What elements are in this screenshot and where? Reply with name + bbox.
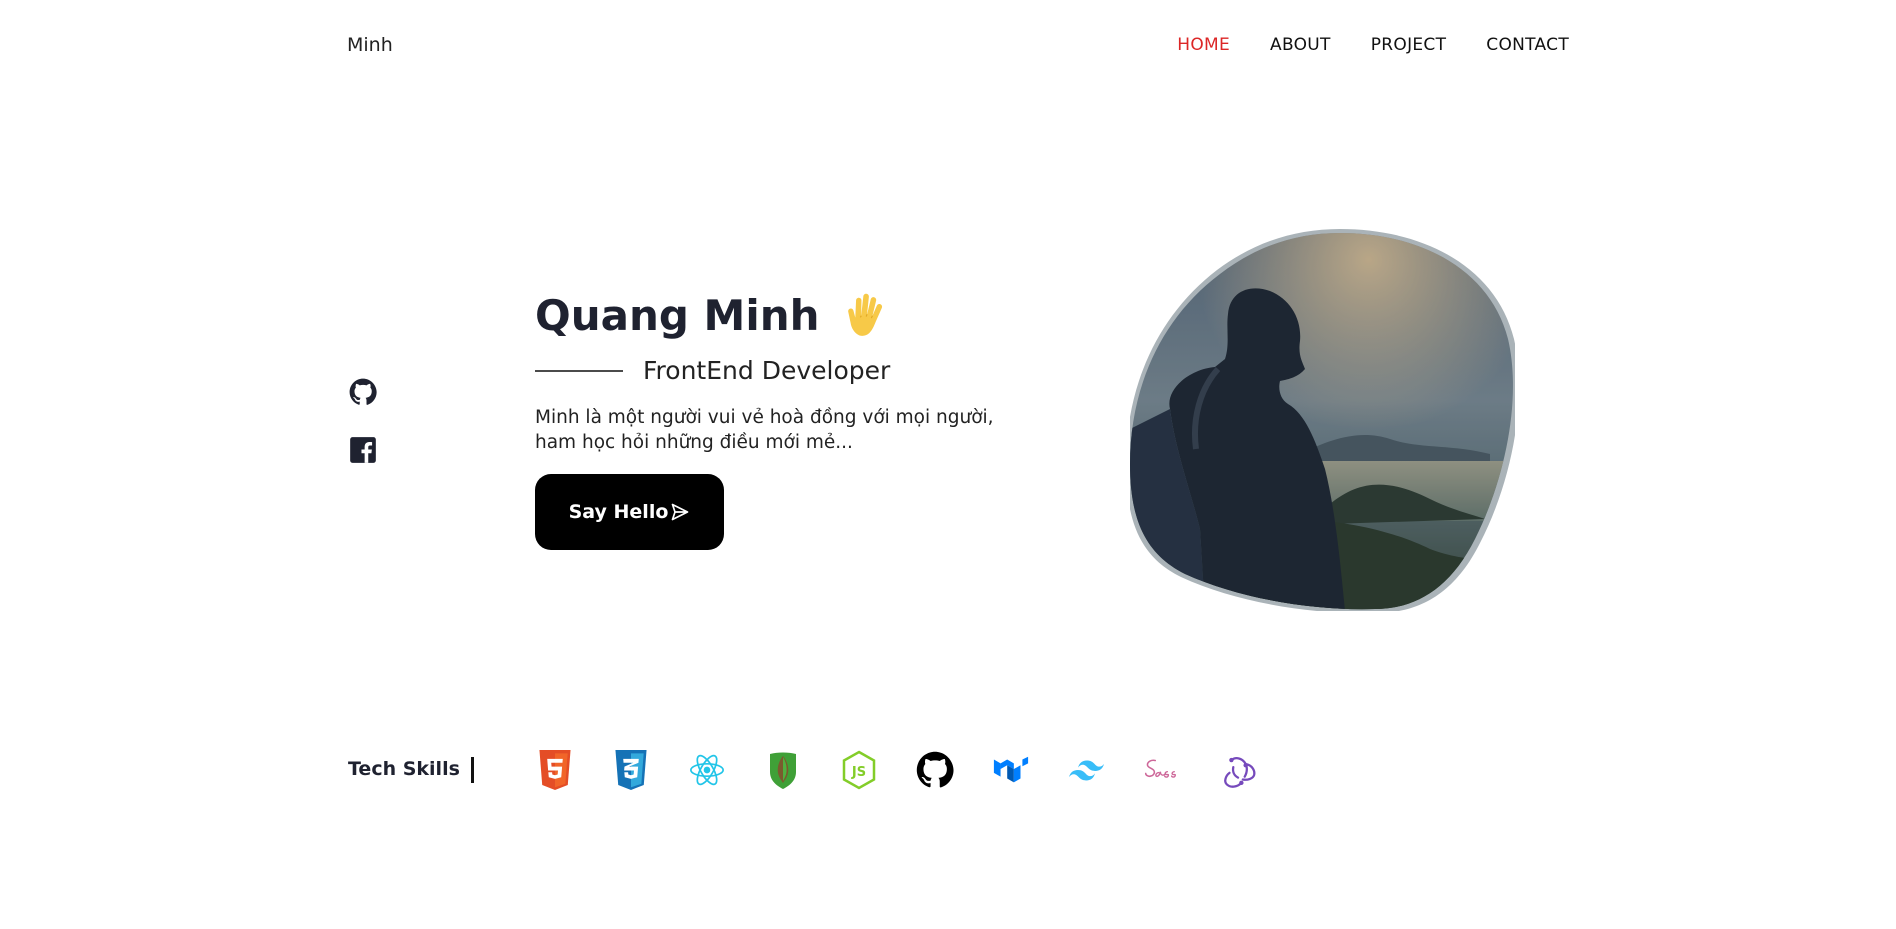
nav-item-about[interactable]: ABOUT bbox=[1270, 35, 1331, 55]
skill-react bbox=[688, 749, 726, 791]
nav-item-home[interactable]: HOME bbox=[1177, 35, 1230, 55]
github-link[interactable] bbox=[349, 378, 377, 406]
material-ui-icon bbox=[993, 756, 1029, 783]
waving-hand-icon bbox=[847, 293, 882, 336]
tech-skills-label: Tech Skills bbox=[348, 758, 460, 780]
skill-css3 bbox=[612, 749, 650, 791]
profile-photo-image bbox=[1130, 229, 1515, 611]
nodejs-icon: JS bbox=[842, 750, 876, 790]
skill-nodejs: JS bbox=[840, 749, 878, 791]
mongodb-icon bbox=[770, 752, 796, 789]
hero-name-text: Quang Minh bbox=[535, 290, 820, 340]
hero-description: Minh là một người vui vẻ hoà đồng với mọ… bbox=[535, 407, 994, 453]
skill-github bbox=[916, 749, 954, 791]
subtitle-row: FrontEnd Developer bbox=[535, 356, 890, 385]
subtitle-divider bbox=[535, 369, 623, 372]
tailwind-icon bbox=[1068, 760, 1105, 781]
skill-sass bbox=[1144, 749, 1182, 791]
facebook-icon bbox=[350, 437, 376, 463]
say-hello-label: Say Hello bbox=[568, 501, 669, 523]
page: Minh HOME ABOUT PROJECT CONTACT Quang Mi… bbox=[0, 0, 1896, 929]
skill-tailwind bbox=[1068, 749, 1106, 791]
html5-icon bbox=[539, 750, 571, 790]
say-hello-button[interactable]: Say Hello bbox=[535, 474, 724, 550]
css3-icon bbox=[615, 750, 647, 790]
header: Minh HOME ABOUT PROJECT CONTACT bbox=[347, 30, 1569, 60]
logo-link[interactable]: Minh bbox=[347, 34, 393, 56]
skill-material-ui bbox=[992, 749, 1030, 791]
svg-text:JS: JS bbox=[851, 765, 866, 780]
social-links bbox=[349, 378, 377, 464]
tech-skills-list: JS bbox=[536, 749, 1258, 791]
facebook-link[interactable] bbox=[349, 436, 377, 464]
sass-icon bbox=[1144, 759, 1176, 778]
hero-name: Quang Minh bbox=[535, 290, 892, 340]
hero-subtitle: FrontEnd Developer bbox=[643, 356, 891, 385]
github-icon bbox=[916, 751, 954, 788]
redux-icon bbox=[1224, 757, 1256, 788]
skill-html5 bbox=[536, 749, 574, 791]
skill-mongodb bbox=[764, 749, 802, 791]
github-icon bbox=[349, 378, 377, 405]
skill-redux bbox=[1220, 749, 1258, 791]
nav-item-project[interactable]: PROJECT bbox=[1371, 35, 1447, 55]
main-nav: HOME ABOUT PROJECT CONTACT bbox=[1137, 35, 1569, 55]
tech-skills-divider bbox=[471, 757, 474, 783]
nav-item-contact[interactable]: CONTACT bbox=[1486, 35, 1569, 55]
profile-photo bbox=[1130, 229, 1515, 611]
send-icon bbox=[672, 503, 689, 521]
react-icon bbox=[689, 754, 725, 786]
